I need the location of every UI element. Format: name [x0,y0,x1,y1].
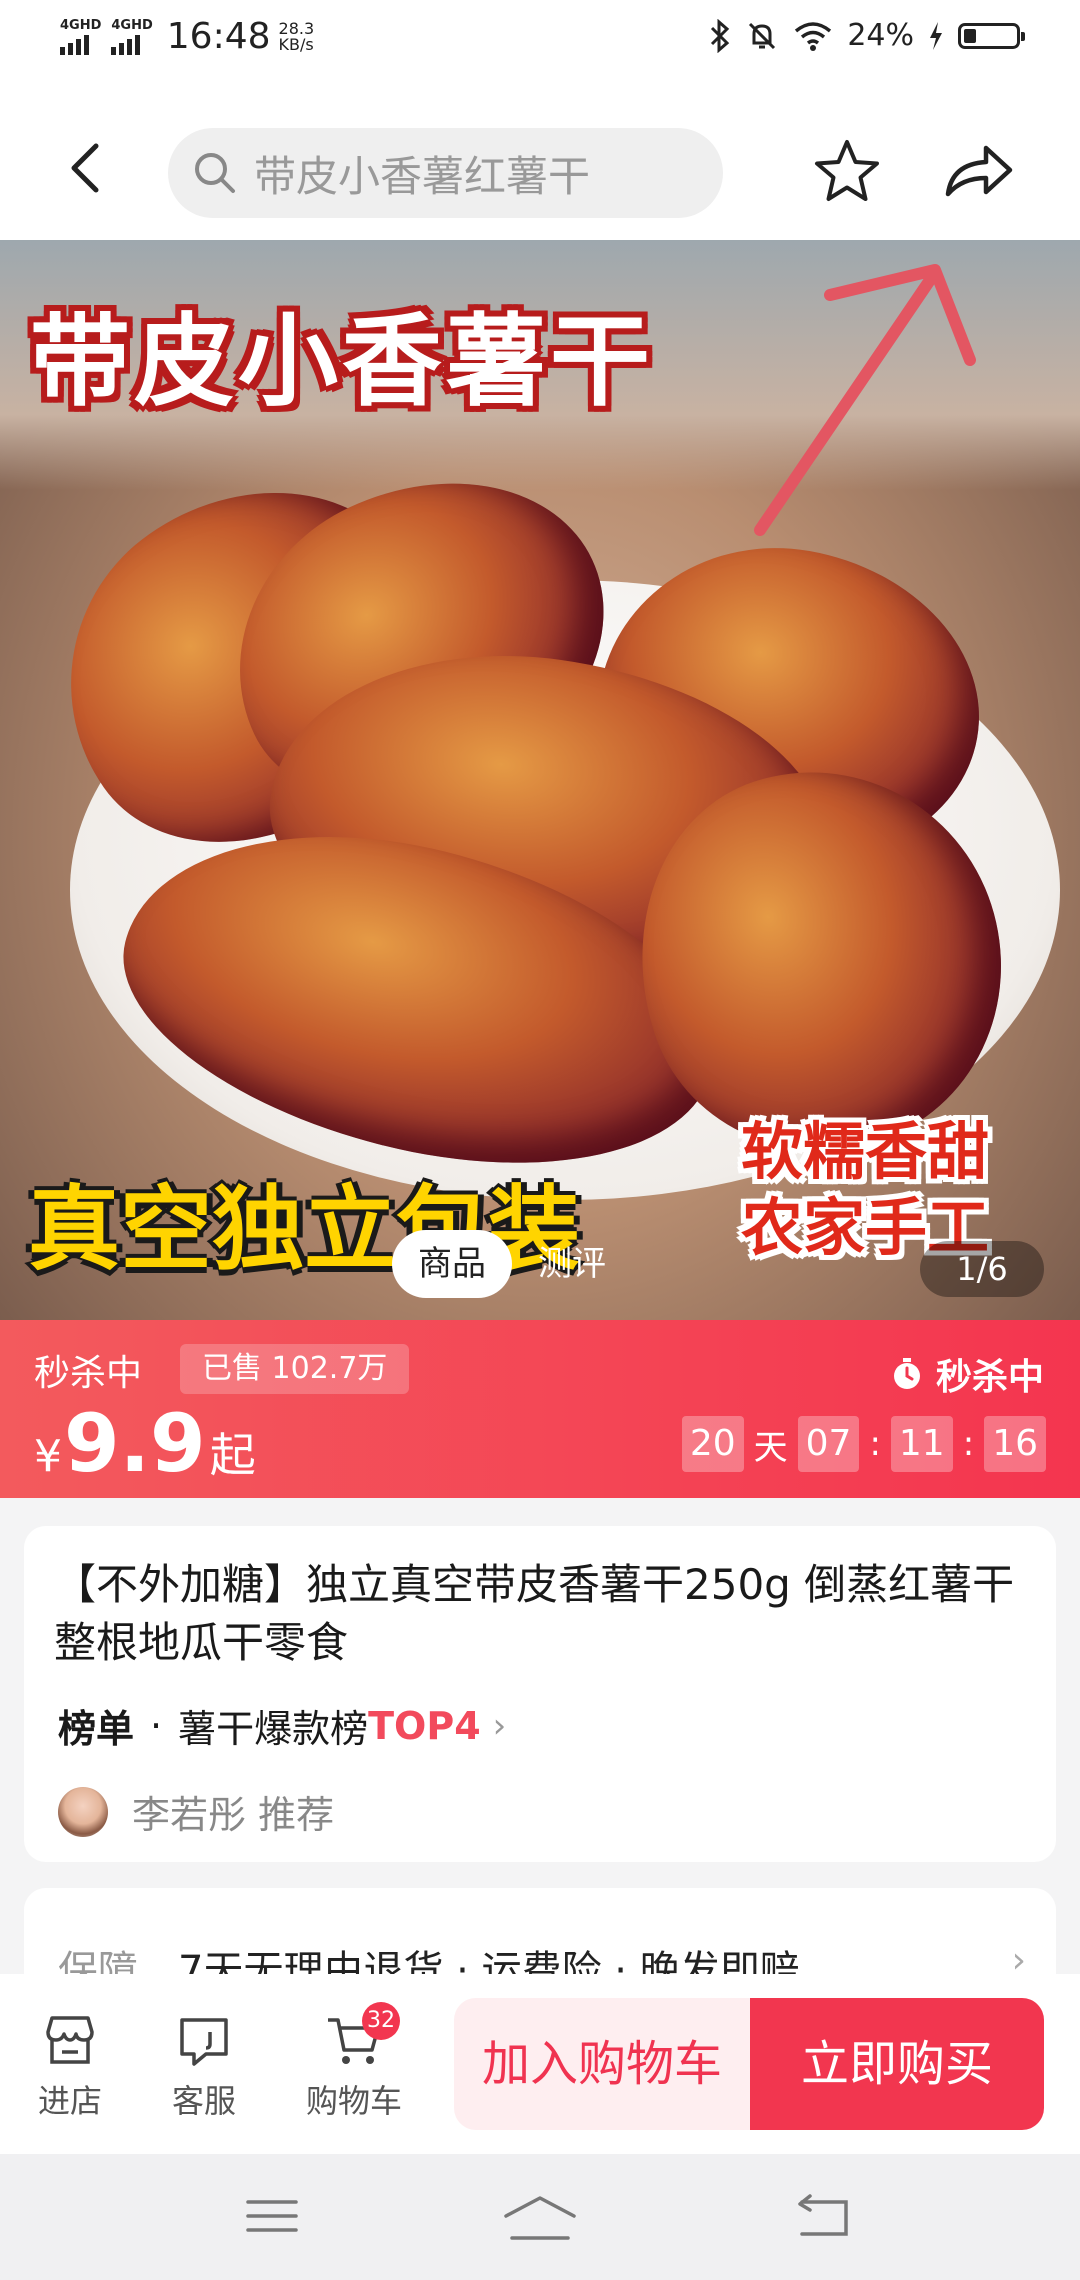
customer-service-button[interactable]: 客服 [144,2010,264,2122]
status-right: 24% [709,18,1025,53]
flash-sale-timer-title: 秒杀中 [890,1348,1044,1400]
favorite-star-icon[interactable] [812,137,882,207]
countdown-seconds: 16 [984,1416,1046,1472]
search-text: 带皮小香薯红薯干 [254,151,591,201]
charging-icon [930,21,942,50]
stopwatch-icon [893,1358,920,1389]
back-arrow-icon[interactable] [60,138,110,198]
store-button[interactable]: 进店 [10,2010,130,2122]
countdown-days: 20 [681,1416,744,1472]
ranking-dot: · [150,1703,163,1748]
status-bar: 4GHD 4GHD 16:48 28.3 KB/s 24% [0,0,1080,80]
countdown-timer: 20 天 07 : 11 : 16 [681,1416,1046,1472]
network-speed-unit: KB/s [278,34,314,54]
product-image-carousel[interactable]: 带皮小香薯干 真空独立包装 软糯香甜 农家手工 商品 测评 1/6 [0,240,1080,1320]
clock: 16:48 [166,16,271,57]
chat-icon [180,2018,228,2066]
currency-symbol: ¥ [34,1431,62,1482]
countdown-hours: 07 [797,1416,860,1472]
product-title: 【不外加糖】独立真空带皮香薯干250g 倒蒸红薯干整根地瓜干零食 [54,1560,1015,1667]
battery-icon [958,22,1025,49]
product-info-card: 【不外加糖】独立真空带皮香薯干250g 倒蒸红薯干整根地瓜干零食 榜单 · 薯干… [24,1526,1056,1862]
search-bar[interactable]: 带皮小香薯红薯干 [168,128,723,218]
flash-sale-price-bar: 秒杀中 已售 102.7万 ¥ 9.9 起 秒杀中 20 天 07 : 11 :… [0,1320,1080,1498]
share-icon[interactable] [942,140,1014,204]
network-indicator-2: 4GHD [111,17,153,55]
recommender-row[interactable]: 李若彤 推荐 [58,1784,334,1839]
ranking-link[interactable]: 榜单 · 薯干爆款榜 TOP4 › [58,1698,506,1753]
tab-goods[interactable]: 商品 [392,1230,512,1298]
ranking-top: TOP4 [368,1703,481,1748]
tab-review[interactable]: 测评 [512,1230,632,1298]
signal-bars-icon [111,33,141,55]
price: ¥ 9.9 起 [34,1404,256,1485]
avatar [58,1786,108,1837]
top-header: 带皮小香薯红薯干 [0,80,1080,240]
countdown-minutes: 11 [890,1416,953,1472]
media-tabs: 商品 测评 [392,1230,632,1298]
bluetooth-icon [711,18,730,53]
price-suffix: 起 [209,1428,256,1482]
network-label-1: 4GHD [60,17,102,33]
flash-sale-timer-label: 秒杀中 [935,1357,1044,1398]
ranking-label: 榜单 [58,1707,135,1751]
countdown-separator: : [869,1424,881,1464]
menu-icon[interactable] [244,2194,300,2238]
status-left: 4GHD 4GHD 16:48 28.3 KB/s [60,16,314,57]
annotation-arrow-icon [754,264,976,536]
price-value: 9.9 [64,1397,206,1490]
cart-label: 购物车 [305,2082,402,2120]
wifi-icon [795,21,832,51]
network-indicator-1: 4GHD [60,17,102,55]
add-to-cart-button[interactable]: 加入购物车 [454,1998,750,2130]
sold-count-badge: 已售 102.7万 [180,1344,410,1394]
store-label: 进店 [37,2082,102,2120]
home-icon[interactable] [502,2194,578,2242]
search-icon [195,153,235,193]
signal-bars-icon [60,33,89,55]
countdown-separator: : [962,1424,975,1464]
cart-button[interactable]: 32 购物车 [294,2002,414,2122]
customer-service-label: 客服 [171,2082,236,2120]
hero-title: 带皮小香薯干 [30,303,654,420]
image-pager: 1/6 [920,1241,1044,1297]
chevron-right-icon: › [492,1705,507,1746]
countdown-days-unit: 天 [753,1427,788,1468]
system-nav-bar [0,2154,1080,2280]
store-icon [46,2016,94,2064]
hero-badge-line-1: 软糯香甜 [740,1115,989,1188]
battery-percent: 24% [847,18,914,53]
cart-count-badge: 32 [362,2002,400,2040]
ranking-list-name: 薯干爆款榜 [178,1707,369,1751]
recommender-text: 李若彤 推荐 [132,1793,335,1837]
battery-fill [964,28,976,43]
buy-now-button[interactable]: 立即购买 [750,1998,1044,2130]
network-speed: 28.3 KB/s [278,20,315,54]
network-label-2: 4GHD [111,17,153,33]
bottom-action-bar: 进店 客服 32 购物车 加入购物车 立即购买 [0,1974,1080,2154]
back-nav-icon[interactable] [794,2194,854,2240]
mute-bell-icon [749,22,776,49]
flash-sale-label: 秒杀中 [34,1353,143,1394]
